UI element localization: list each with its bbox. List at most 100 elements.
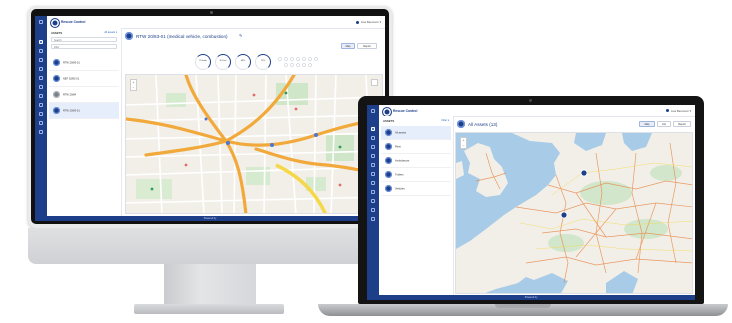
nav-dashboard-icon[interactable] xyxy=(39,40,43,44)
list-item[interactable]: NEF 20/82-01 xyxy=(49,71,119,87)
map-button[interactable]: Map xyxy=(341,43,355,49)
menu-icon[interactable] xyxy=(371,109,375,113)
list-item[interactable]: RTW 20/84 xyxy=(49,87,119,103)
user-name: Lisa Baumann ▾ xyxy=(360,20,381,24)
fuel-gauge: 48% xyxy=(235,54,251,70)
page-title: RTW 20/83-01 (medical vehicle, combustio… xyxy=(136,34,228,39)
nav-help-icon[interactable] xyxy=(39,121,43,125)
panel-filter-link[interactable]: All assets ▾ xyxy=(104,31,117,34)
nav-settings-icon[interactable] xyxy=(39,130,43,134)
nav-alerts-icon[interactable] xyxy=(371,172,375,176)
asset-group-icon xyxy=(385,185,392,192)
menu-icon[interactable] xyxy=(39,20,43,24)
user-menu[interactable]: Lisa Baumann ▾ xyxy=(665,108,691,113)
zoom-control[interactable]: + − xyxy=(460,137,467,149)
filter-input[interactable]: Filter xyxy=(51,44,117,49)
desktop-footer: Powered by xyxy=(35,216,385,221)
asset-group-icon xyxy=(385,157,392,164)
monitor-camera xyxy=(210,11,213,14)
desktop-asset-panel: ASSETS All assets ▾ Search Filter RTW 20… xyxy=(47,28,122,216)
europe-map-graphic xyxy=(456,133,692,293)
app-title: Rescue Control xyxy=(393,108,418,113)
zoom-control[interactable]: + − xyxy=(130,79,137,91)
list-item-label: RTW 20/84 xyxy=(63,93,77,96)
asset-group-icon xyxy=(385,171,392,178)
list-item-label: Vehicles xyxy=(395,187,405,190)
list-item-selected[interactable]: RTW 20/83-01 xyxy=(49,103,119,119)
pencil-icon[interactable]: ✎ xyxy=(239,33,242,38)
monitor-chin xyxy=(28,228,392,264)
battery-gauge: 72% xyxy=(255,54,271,70)
nav-search-icon[interactable] xyxy=(371,163,375,167)
footer-text: Powered by xyxy=(203,217,217,220)
nav-alerts-icon[interactable] xyxy=(39,85,43,89)
desktop-nav-rail xyxy=(35,16,47,221)
laptop-camera xyxy=(529,99,532,102)
list-item[interactable]: Trailers xyxy=(381,168,451,182)
nav-reports-icon[interactable] xyxy=(371,181,375,185)
nav-assets-icon[interactable] xyxy=(39,49,43,53)
desktop-screen: Rescue Control Lisa Baumann ▾ ASSETS All… xyxy=(35,16,385,221)
footer-text: Powered by xyxy=(524,296,538,299)
zoom-out-button[interactable]: − xyxy=(461,143,466,148)
nav-layers-icon[interactable] xyxy=(39,112,43,116)
avatar xyxy=(665,109,669,113)
nav-map-icon[interactable] xyxy=(39,58,43,62)
zoom-out-button[interactable]: − xyxy=(131,85,136,90)
europe-map[interactable]: + − xyxy=(455,132,693,294)
fullscreen-icon[interactable] xyxy=(371,79,378,86)
monitor-bezel: Rescue Control Lisa Baumann ▾ ASSETS All… xyxy=(31,9,389,224)
list-item-label: RTW 20/83-01 xyxy=(63,61,80,64)
app-logo-icon xyxy=(50,18,60,28)
nav-analytics-icon[interactable] xyxy=(39,103,43,107)
list-item-selected[interactable]: All assets xyxy=(381,126,451,140)
list-item-label: Ambulances xyxy=(395,159,410,162)
nav-search-icon[interactable] xyxy=(39,76,43,80)
list-item-label: RTW 20/83-01 xyxy=(63,109,80,112)
vehicle-icon xyxy=(53,91,60,98)
list-item[interactable]: Ambulances xyxy=(381,154,451,168)
nav-dashboard-icon[interactable] xyxy=(371,127,375,131)
laptop-app: Rescue Control Lisa Baumann ▾ ASSETS Fil… xyxy=(367,105,695,300)
monitor-stand-neck xyxy=(164,264,256,306)
list-item-label: Fleet xyxy=(395,145,401,148)
laptop-footer: Powered by xyxy=(367,295,695,300)
distance-gauge: 8,5 km xyxy=(215,54,231,70)
list-item-label: All assets xyxy=(395,131,407,134)
map-button[interactable]: Map xyxy=(639,121,655,127)
list-item[interactable]: Vehicles xyxy=(381,182,451,196)
nav-help-icon[interactable] xyxy=(371,208,375,212)
user-menu[interactable]: Lisa Baumann ▾ xyxy=(355,20,381,24)
list-item-label: NEF 20/82-01 xyxy=(63,77,80,80)
nav-assets-icon[interactable] xyxy=(371,136,375,140)
nav-reports-icon[interactable] xyxy=(39,94,43,98)
list-item[interactable]: Fleet xyxy=(381,140,451,154)
avatar xyxy=(355,20,359,24)
nav-layers-icon[interactable] xyxy=(371,199,375,203)
report-button[interactable]: Report xyxy=(357,43,377,49)
list-item-label: Trailers xyxy=(395,173,404,176)
city-map[interactable]: + − xyxy=(125,74,383,214)
laptop-nav-rail xyxy=(367,105,379,300)
list-item[interactable]: RTW 20/83-01 xyxy=(49,55,119,71)
speed-gauge: 75 km/h xyxy=(195,54,211,70)
desktop-app: Rescue Control Lisa Baumann ▾ ASSETS All… xyxy=(35,16,385,221)
report-button[interactable]: Report xyxy=(673,121,691,127)
vehicle-icon xyxy=(53,107,60,114)
list-button[interactable]: List xyxy=(657,121,671,127)
laptop-lid: Rescue Control Lisa Baumann ▾ ASSETS Fil… xyxy=(358,96,704,304)
laptop-asset-panel: ASSETS Filter ▾ All assets Fleet Ambulan… xyxy=(379,116,454,295)
nav-analytics-icon[interactable] xyxy=(371,190,375,194)
vehicle-avatar-icon xyxy=(125,32,133,40)
vehicle-icon xyxy=(53,75,60,82)
search-input[interactable]: Search xyxy=(51,37,117,42)
app-title: Rescue Control xyxy=(61,20,86,24)
nav-users-icon[interactable] xyxy=(39,67,43,71)
user-name: Lisa Baumann ▾ xyxy=(670,108,691,113)
desktop-monitor: Rescue Control Lisa Baumann ▾ ASSETS All… xyxy=(28,6,392,228)
nav-settings-icon[interactable] xyxy=(371,217,375,221)
nav-users-icon[interactable] xyxy=(371,154,375,158)
city-map-graphic xyxy=(126,75,382,213)
nav-map-icon[interactable] xyxy=(371,145,375,149)
panel-filter-link[interactable]: Filter ▾ xyxy=(441,119,449,122)
